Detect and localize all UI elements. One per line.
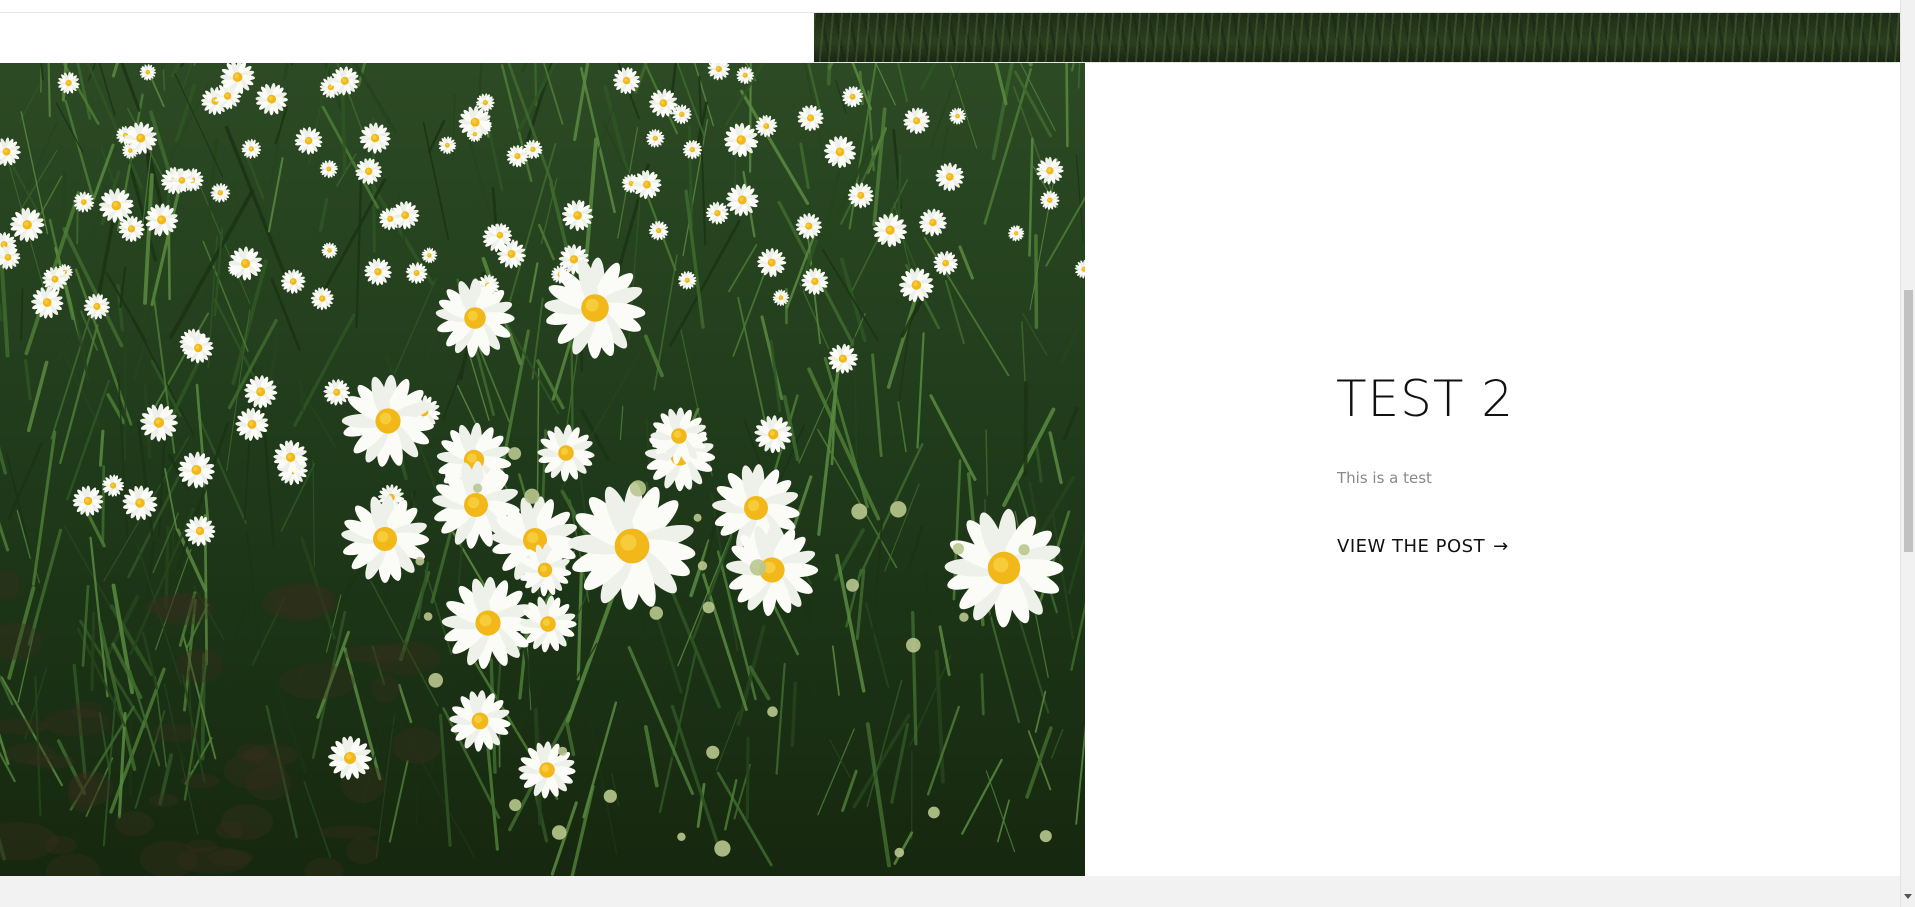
scrollbar-thumb[interactable] [1904,290,1913,552]
view-post-link[interactable]: VIEW THE POST → [1337,536,1509,557]
post-summary-panel: TEST 2 This is a test VIEW THE POST → [1085,63,1900,876]
post-title[interactable]: TEST 2 [1336,370,1514,428]
post-featured-image[interactable] [0,63,1085,876]
arrow-right-icon: → [1493,535,1509,557]
vertical-scrollbar[interactable] [1900,0,1915,907]
footer-strip [0,876,1900,907]
chevron-down-icon[interactable] [1904,894,1912,899]
daisy-field-photo [0,63,1085,876]
page: TEST 2 This is a test VIEW THE POST → [0,0,1915,907]
post-excerpt: This is a test [1337,469,1432,487]
previous-post-image[interactable] [814,13,1900,62]
view-post-label: VIEW THE POST [1337,536,1486,557]
